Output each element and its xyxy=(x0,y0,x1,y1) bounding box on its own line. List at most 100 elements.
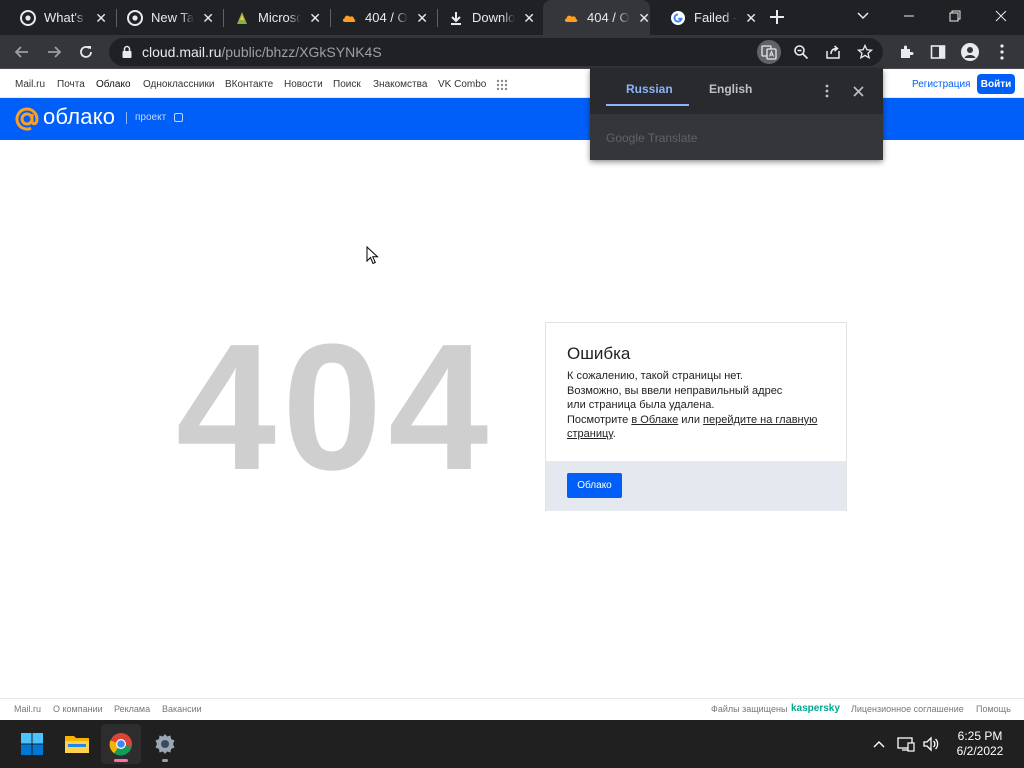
start-button[interactable] xyxy=(12,724,52,764)
translate-icon[interactable] xyxy=(757,40,781,64)
cloud-logo-text[interactable]: облако xyxy=(43,104,115,130)
portal-link-mail[interactable]: Почта xyxy=(57,79,85,90)
translate-tab-source[interactable]: Russian xyxy=(626,82,673,96)
tab-close-icon[interactable]: ✕ xyxy=(95,11,107,25)
tab-close-icon[interactable]: ✕ xyxy=(745,11,757,25)
share-icon[interactable] xyxy=(821,40,845,64)
tab-search-icon[interactable] xyxy=(840,0,886,32)
tab-close-icon[interactable]: ✕ xyxy=(309,11,321,25)
cloud-icon xyxy=(341,10,357,26)
logo-divider xyxy=(126,112,127,124)
running-app-indicator xyxy=(162,759,168,762)
portal-link-ok[interactable]: Одноклассники xyxy=(143,79,214,90)
browser-tab-strip: What's N ✕ New Tab ✕ Microsoft ✕ 404 / О… xyxy=(0,0,1024,35)
footer-link-about[interactable]: О компании xyxy=(53,704,103,714)
apps-grid-icon[interactable] xyxy=(496,78,508,91)
go-to-cloud-button[interactable]: Облако xyxy=(567,473,622,498)
back-button[interactable] xyxy=(9,39,35,65)
footer-link-mailru[interactable]: Mail.ru xyxy=(14,704,41,714)
chevron-up-icon[interactable] xyxy=(869,734,889,754)
new-tab-button[interactable] xyxy=(765,5,789,29)
translate-popup: Russian English Google Translate xyxy=(590,68,883,160)
portal-link-vk[interactable]: ВКонтакте xyxy=(225,79,273,90)
error-card-footer: Облако xyxy=(546,461,846,511)
tab-title: New Tab xyxy=(151,10,195,25)
page-footer: Mail.ru О компании Реклама Вакансии Файл… xyxy=(0,698,1024,720)
volume-icon[interactable] xyxy=(921,734,941,754)
clock-date: 6/2/2022 xyxy=(956,744,1004,758)
tab-close-icon[interactable]: ✕ xyxy=(202,11,214,25)
footer-protected-text: Файлы защищены xyxy=(711,704,788,714)
mouse-cursor-icon xyxy=(366,245,380,266)
portal-link-mailru[interactable]: Mail.ru xyxy=(15,79,45,90)
footer-link-ads[interactable]: Реклама xyxy=(114,704,150,714)
browser-tab[interactable]: Downloads ✕ xyxy=(428,0,535,35)
tab-close-icon[interactable]: ✕ xyxy=(416,11,428,25)
footer-link-jobs[interactable]: Вакансии xyxy=(162,704,202,714)
translate-tab-target[interactable]: English xyxy=(709,82,752,96)
browser-tab[interactable]: Microsoft ✕ xyxy=(214,0,321,35)
forward-button[interactable] xyxy=(41,39,67,65)
tab-close-icon[interactable]: ✕ xyxy=(523,11,535,25)
windows-taskbar: 6:25 PM 6/2/2022 xyxy=(0,720,1024,768)
system-clock[interactable]: 6:25 PM 6/2/2022 xyxy=(952,729,1008,759)
vk-mark-icon xyxy=(174,113,183,122)
error-line: Возможно, вы ввели неправильный адрес xyxy=(567,384,783,397)
minimize-button[interactable] xyxy=(886,0,932,32)
restore-button[interactable] xyxy=(932,0,978,32)
chrome-taskbar-icon[interactable] xyxy=(101,724,141,764)
portal-link-news[interactable]: Новости xyxy=(284,79,323,90)
translate-close-icon[interactable] xyxy=(850,82,866,100)
cloud-logo-at-icon[interactable] xyxy=(14,106,40,132)
portal-link-search[interactable]: Поиск xyxy=(333,79,361,90)
cloud-link[interactable]: в Облаке xyxy=(631,414,678,426)
tab-title: 404 / Обл xyxy=(365,10,408,25)
bookmark-star-icon[interactable] xyxy=(853,40,877,64)
address-bar[interactable]: cloud.mail.ru/public/bhzz/XGkSYNK4S xyxy=(109,38,883,66)
project-label: проект xyxy=(135,112,167,123)
tab-title: 404 / Обл xyxy=(587,10,630,25)
login-button[interactable]: Войти xyxy=(977,74,1015,94)
browser-tab[interactable]: New Tab ✕ xyxy=(107,0,214,35)
settings-gear-icon[interactable] xyxy=(145,724,185,764)
url-text: cloud.mail.ru/public/bhzz/XGkSYNK4S xyxy=(142,44,382,60)
translate-options-icon[interactable] xyxy=(819,82,835,100)
footer-link-license[interactable]: Лицензионное соглашение xyxy=(851,704,964,714)
extensions-icon[interactable] xyxy=(893,39,919,65)
error-title: Ошибка xyxy=(567,344,631,363)
microsoft-icon xyxy=(234,10,250,26)
google-translate-brand: Google Translate xyxy=(606,131,698,145)
chrome-icon xyxy=(20,9,36,26)
footer-link-help[interactable]: Помощь xyxy=(976,704,1011,714)
portal-link-cloud[interactable]: Облако xyxy=(96,79,131,90)
reload-button[interactable] xyxy=(73,39,99,65)
browser-tab[interactable]: What's N ✕ xyxy=(0,0,107,35)
file-explorer-icon[interactable] xyxy=(57,724,97,764)
portal-link-vk-combo[interactable]: VK Combo xyxy=(438,79,486,90)
zoom-icon[interactable] xyxy=(789,40,813,64)
tab-title: What's N xyxy=(44,10,87,25)
browser-tab[interactable]: Failed - ✕ xyxy=(650,0,757,35)
error-code-404: 404 xyxy=(176,307,495,508)
error-message: К сожалению, такой страницы нет. Возможн… xyxy=(567,369,837,442)
profile-avatar-icon[interactable] xyxy=(957,39,983,65)
close-window-button[interactable] xyxy=(978,0,1024,32)
error-line: Посмотрите в Облаке или перейдите на гла… xyxy=(567,413,818,441)
menu-kebab-icon[interactable] xyxy=(989,39,1015,65)
side-panel-icon[interactable] xyxy=(925,39,951,65)
kaspersky-logo[interactable]: kaspersky xyxy=(791,703,840,714)
lock-icon[interactable] xyxy=(115,40,139,64)
download-icon xyxy=(448,10,464,26)
portal-link-dating[interactable]: Знакомства xyxy=(373,79,427,90)
network-icon[interactable] xyxy=(896,734,916,754)
cloud-icon xyxy=(563,10,579,26)
tab-close-icon[interactable]: ✕ xyxy=(638,11,650,25)
browser-tab[interactable]: 404 / Обл ✕ xyxy=(321,0,428,35)
browser-toolbar: cloud.mail.ru/public/bhzz/XGkSYNK4S xyxy=(0,35,1024,69)
browser-tab-active[interactable]: 404 / Обл ✕ xyxy=(543,0,650,35)
active-tab-indicator xyxy=(606,104,689,106)
register-link[interactable]: Регистрация xyxy=(912,79,970,90)
translate-header: Russian English xyxy=(590,68,883,114)
error-card: Ошибка К сожалению, такой страницы нет. … xyxy=(545,322,847,511)
active-app-indicator xyxy=(114,759,128,762)
